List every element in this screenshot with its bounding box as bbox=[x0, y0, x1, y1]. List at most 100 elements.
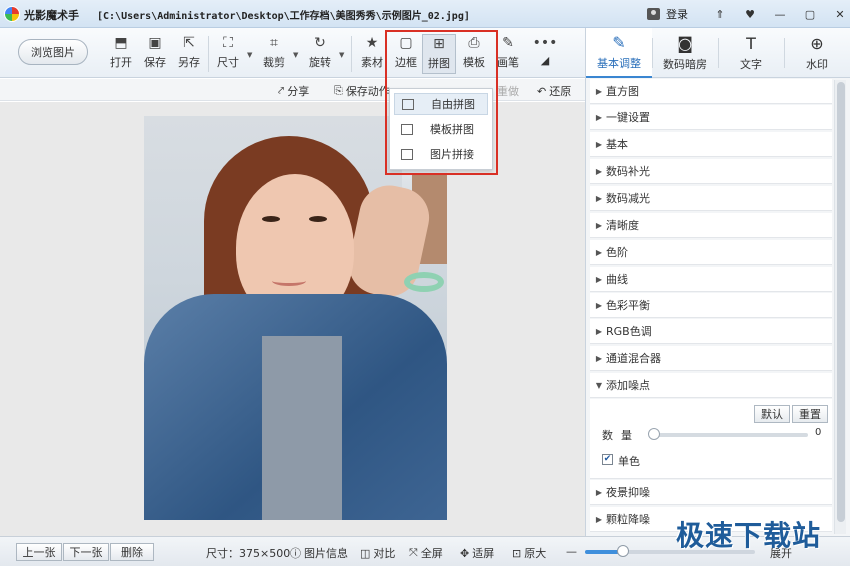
save-icon: ▣ bbox=[148, 35, 162, 51]
expand-arrow-icon: ▶ bbox=[595, 274, 603, 284]
adjust-item-histogram[interactable]: ▶ 直方图 bbox=[590, 79, 832, 104]
right-panel-tabs: ✎ 基本调整 ◙ 数码暗房 T 文字 ⊕ 水印 bbox=[585, 28, 850, 78]
expand-arrow-icon: ▶ bbox=[595, 166, 603, 176]
tab-digital-darkroom[interactable]: ◙ 数码暗房 bbox=[652, 28, 718, 78]
original-size-icon: ⊡ bbox=[512, 546, 522, 560]
resize-button[interactable]: ⛶ 尺寸 bbox=[211, 34, 245, 74]
tab-watermark-label: 水印 bbox=[806, 58, 828, 71]
zoom-slider-handle[interactable] bbox=[617, 545, 629, 557]
expand-arrow-icon: ▶ bbox=[595, 487, 603, 497]
toolbar-divider bbox=[351, 36, 352, 72]
more-button[interactable]: ••• ◢ bbox=[528, 34, 562, 74]
prev-image-button[interactable]: 上一张 bbox=[16, 543, 62, 561]
photo-eye-left bbox=[262, 216, 280, 222]
restore-button[interactable]: ↶ 还原 bbox=[537, 83, 571, 99]
amount-slider-handle[interactable] bbox=[648, 428, 660, 440]
expand-arrow-icon: ▶ bbox=[595, 220, 603, 230]
adjust-item-fill-light[interactable]: ▶ 数码补光 bbox=[590, 159, 832, 184]
delete-button[interactable]: 删除 bbox=[110, 543, 154, 561]
collage-button[interactable]: ⊞ 拼图 bbox=[422, 34, 456, 74]
save-action-button[interactable]: ⎘ 保存动作 bbox=[334, 83, 390, 99]
favorite-icon[interactable]: ♥ bbox=[735, 5, 765, 23]
adjust-item-reduce-light[interactable]: ▶ 数码减光 bbox=[590, 186, 832, 211]
save-as-label: 另存 bbox=[178, 56, 200, 69]
fit-screen-icon: ✥ bbox=[460, 546, 470, 560]
adjust-item-basic[interactable]: ▶ 基本 bbox=[590, 132, 832, 157]
open-button[interactable]: ⬒ 打开 bbox=[104, 34, 138, 74]
compare-button[interactable]: ◫ 对比 bbox=[360, 545, 395, 561]
image-stitch-icon bbox=[401, 148, 413, 160]
tab-watermark[interactable]: ⊕ 水印 bbox=[784, 28, 850, 78]
fullscreen-button[interactable]: ⤧ 全屏 bbox=[409, 545, 443, 561]
action-bar: ⤤ 分享 ⎘ 保存动作 重做 ↶ 还原 bbox=[0, 79, 585, 101]
browse-images-button[interactable]: 浏览图片 bbox=[18, 39, 88, 65]
adjust-item-levels[interactable]: ▶ 色阶 bbox=[590, 240, 832, 265]
login-button[interactable]: 登录 bbox=[647, 6, 688, 22]
mono-checkbox[interactable]: ✔ bbox=[602, 454, 613, 465]
photo-shirt bbox=[262, 336, 342, 520]
adjust-item-color-balance[interactable]: ▶ 色彩平衡 bbox=[590, 293, 832, 318]
app-title: 光影魔术手 bbox=[24, 9, 79, 22]
tab-text[interactable]: T 文字 bbox=[718, 28, 784, 78]
template-button[interactable]: ⎙ 模板 bbox=[457, 34, 491, 74]
redo-button[interactable]: 重做 bbox=[497, 83, 519, 99]
share-button[interactable]: ⤤ 分享 bbox=[278, 83, 309, 99]
crop-dropdown-icon[interactable]: ▼ bbox=[293, 51, 298, 59]
adjust-item-curves[interactable]: ▶ 曲线 bbox=[590, 267, 832, 292]
adjust-item-one-click[interactable]: ▶ 一键设置 bbox=[590, 105, 832, 130]
template-label: 模板 bbox=[463, 56, 485, 69]
menu-item-free-collage[interactable]: 自由拼图 bbox=[394, 93, 488, 115]
photo-eye-right bbox=[309, 216, 327, 222]
expand-arrow-icon: ▶ bbox=[595, 139, 603, 149]
menu-item-template-collage[interactable]: 模板拼图 bbox=[394, 118, 488, 140]
tab-text-label: 文字 bbox=[740, 58, 762, 71]
amount-slider-track[interactable] bbox=[652, 433, 808, 437]
photo-mouth bbox=[272, 276, 306, 286]
tab-digital-darkroom-label: 数码暗房 bbox=[663, 58, 707, 71]
adjust-item-night-denoise[interactable]: ▶ 夜景抑噪 bbox=[590, 480, 832, 505]
brush-icon: ✎ bbox=[502, 35, 514, 51]
fullscreen-icon: ⤧ bbox=[409, 546, 418, 559]
panel-scrollbar[interactable] bbox=[834, 80, 846, 534]
rotate-button[interactable]: ↻ 旋转 bbox=[303, 34, 337, 74]
crop-button[interactable]: ⌗ 裁剪 bbox=[257, 34, 291, 74]
default-button[interactable]: 默认 bbox=[754, 405, 790, 423]
resize-dropdown-icon[interactable]: ▼ bbox=[247, 51, 252, 59]
image-canvas[interactable] bbox=[0, 102, 585, 536]
minimize-button[interactable]: — bbox=[765, 5, 795, 23]
brush-button[interactable]: ✎ 画笔 bbox=[491, 34, 525, 74]
upgrade-icon[interactable]: ⇑ bbox=[705, 5, 735, 23]
compare-label: 对比 bbox=[373, 547, 396, 560]
close-button[interactable]: ✕ bbox=[825, 5, 850, 23]
template-collage-icon bbox=[401, 123, 413, 135]
adjust-item-add-noise[interactable]: ▼ 添加噪点 bbox=[590, 373, 832, 398]
share-icon: ⤤ bbox=[278, 84, 285, 97]
save-button[interactable]: ▣ 保存 bbox=[138, 34, 172, 74]
adjust-item-clarity[interactable]: ▶ 清晰度 bbox=[590, 213, 832, 238]
adjust-item-channel-mixer[interactable]: ▶ 通道混合器 bbox=[590, 346, 832, 371]
rotate-dropdown-icon[interactable]: ▼ bbox=[339, 51, 344, 59]
adjust-item-label: 清晰度 bbox=[606, 219, 639, 232]
frame-button[interactable]: ▢ 边框 bbox=[389, 34, 423, 74]
reset-button[interactable]: 重置 bbox=[792, 405, 828, 423]
crop-label: 裁剪 bbox=[263, 56, 285, 69]
tab-basic-adjust-label: 基本调整 bbox=[597, 57, 641, 70]
adjust-item-label: 数码补光 bbox=[606, 165, 650, 178]
save-as-button[interactable]: ⇱ 另存 bbox=[172, 34, 206, 74]
tab-basic-adjust[interactable]: ✎ 基本调整 bbox=[586, 28, 652, 78]
camera-icon: ◙ bbox=[677, 34, 693, 53]
zoom-out-icon[interactable]: — bbox=[566, 545, 577, 558]
menu-item-image-stitch[interactable]: 图片拼接 bbox=[394, 143, 488, 165]
scrollbar-thumb[interactable] bbox=[837, 82, 845, 522]
maximize-button[interactable]: ▢ bbox=[795, 5, 825, 23]
adjust-item-rgb-tone[interactable]: ▶ RGB色调 bbox=[590, 319, 832, 344]
material-button[interactable]: ★ 素材 bbox=[355, 34, 389, 74]
next-image-button[interactable]: 下一张 bbox=[63, 543, 109, 561]
original-size-button[interactable]: ⊡ 原大 bbox=[512, 545, 546, 561]
file-path: [C:\Users\Administrator\Desktop\工作存档\美图秀… bbox=[97, 11, 470, 22]
photo-preview[interactable] bbox=[144, 116, 447, 520]
image-info-button[interactable]: ⓘ 图片信息 bbox=[290, 545, 348, 561]
fit-screen-button[interactable]: ✥ 适屏 bbox=[460, 545, 494, 561]
expand-arrow-icon: ▶ bbox=[595, 193, 603, 203]
adjust-item-label: 颗粒降噪 bbox=[606, 513, 650, 526]
